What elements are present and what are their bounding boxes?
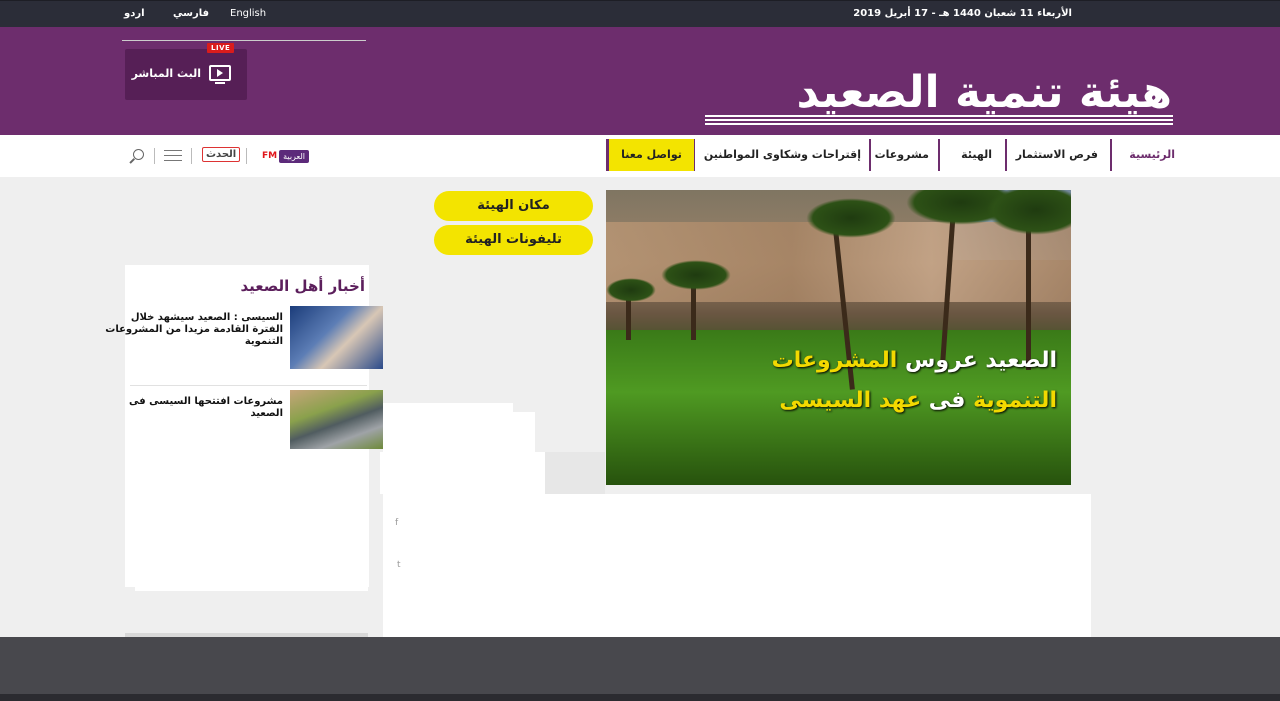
site-logo[interactable]: هيئة تنمية الصعيد: [700, 67, 1178, 131]
alhadath-logo[interactable]: الحدث: [202, 147, 241, 162]
nav-separator: [869, 139, 871, 171]
lang-english-link[interactable]: English: [230, 8, 266, 19]
divider: [246, 148, 247, 164]
lang-farsi-link[interactable]: فارسي: [173, 8, 209, 19]
tv-stand: [215, 82, 225, 84]
tv-icon: [209, 65, 231, 81]
footer-bottom-strip: [0, 694, 1280, 701]
location-button[interactable]: مكان الهيئة: [434, 191, 593, 221]
news-thumbnail[interactable]: [290, 390, 383, 449]
twitter-icon[interactable]: t: [397, 560, 401, 570]
blank-block: [383, 403, 513, 453]
nav-contact-button[interactable]: تواصل معنا: [606, 139, 694, 171]
nav-separator: [1110, 139, 1112, 171]
gray-block: [545, 452, 605, 494]
site-header: البث المباشر LIVE هيئة تنمية الصعيد: [0, 27, 1280, 135]
nav-home[interactable]: الرئيسية: [1129, 139, 1175, 171]
blank-block: [513, 412, 535, 452]
lang-urdu-link[interactable]: اردو: [124, 8, 145, 19]
palm-frond: [606, 278, 656, 302]
live-stream-label: البث المباشر: [131, 67, 201, 80]
alarabiya-label: العربية: [279, 149, 309, 163]
search-icon[interactable]: [128, 149, 144, 165]
facebook-icon[interactable]: f: [395, 518, 398, 528]
blank-block: [380, 452, 545, 494]
nav-separator: [1005, 139, 1007, 171]
nav-suggestions[interactable]: إقتراحات وشكاوى المواطنين: [704, 139, 861, 171]
current-date: الأربعاء 11 شعبان 1440 هـ - 17 أبريل 201…: [853, 8, 1072, 19]
news-headline[interactable]: مشروعات افتتحها السيسى فى الصعيد: [103, 396, 283, 420]
hero-headline-line1: الصعيد عروس المشروعات: [771, 348, 1057, 373]
hero-headline-line2: التنموية فى عهد السيسى: [779, 388, 1057, 413]
palm-frond: [806, 198, 896, 238]
alarabiya-fm-logo[interactable]: FM العربية: [262, 148, 309, 164]
social-share-area: [383, 494, 1091, 637]
logo-stripes: [705, 115, 1173, 127]
site-footer: [0, 637, 1280, 701]
news-title-underline: [122, 40, 366, 41]
divider: [191, 148, 192, 164]
top-bar: English فارسي اردو الأربعاء 11 شعبان 144…: [0, 0, 1280, 27]
nav-investment[interactable]: فرص الاستثمار: [1016, 139, 1098, 171]
blank-block: [135, 587, 368, 591]
nav-projects[interactable]: مشروعات: [875, 139, 929, 171]
nav-separator: [938, 139, 940, 171]
palm-frond: [661, 260, 731, 290]
news-thumbnail[interactable]: [290, 306, 383, 369]
news-divider: [130, 385, 367, 386]
divider: [154, 148, 155, 164]
hero-banner[interactable]: الصعيد عروس المشروعات التنموية فى عهد ال…: [606, 190, 1071, 485]
live-stream-button[interactable]: البث المباشر: [125, 49, 247, 100]
nav-authority[interactable]: الهيئة: [961, 139, 992, 171]
live-badge: LIVE: [207, 43, 235, 53]
news-panel-title: أخبار أهل الصعيد: [240, 277, 365, 295]
fm-label: FM: [262, 151, 278, 161]
hamburger-icon[interactable]: [164, 150, 182, 162]
phones-button[interactable]: تليفونات الهيئة: [434, 225, 593, 255]
news-headline[interactable]: السيسى : الصعيد سيشهد خلال الفترة القادم…: [103, 312, 283, 348]
site-logo-text: هيئة تنمية الصعيد: [796, 67, 1173, 118]
